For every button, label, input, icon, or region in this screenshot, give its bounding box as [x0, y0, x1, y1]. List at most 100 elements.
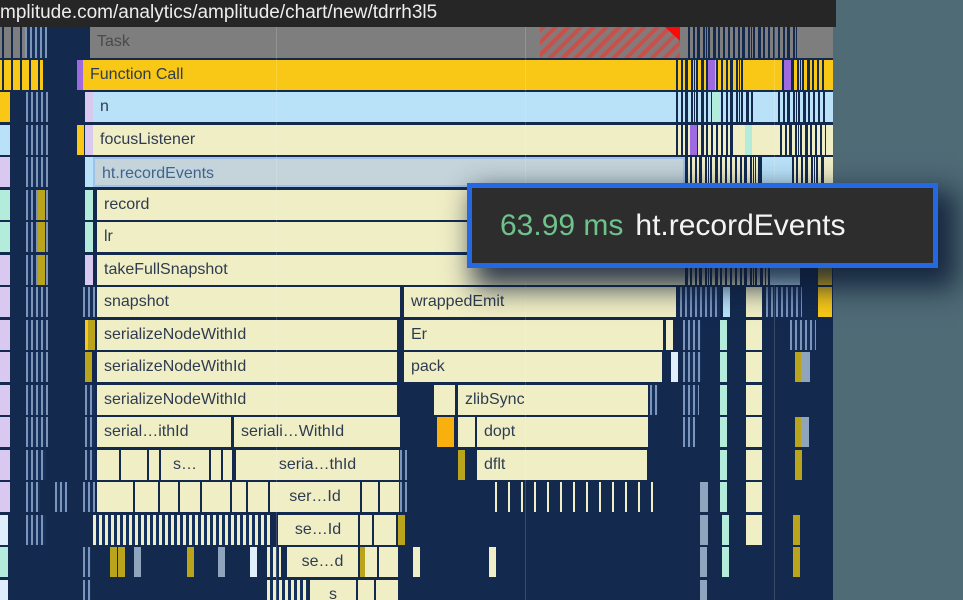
- frame-segment[interactable]: [380, 482, 399, 512]
- frame-ticks[interactable]: [495, 482, 660, 512]
- frame-segment[interactable]: [0, 450, 10, 480]
- frame-segment[interactable]: [77, 125, 84, 155]
- frame-segment[interactable]: [784, 60, 791, 90]
- frame-segment[interactable]: [362, 482, 378, 512]
- frame-snapshot[interactable]: snapshot: [97, 287, 400, 317]
- frame-segment[interactable]: [745, 125, 752, 155]
- frame-segment[interactable]: [250, 547, 257, 577]
- frame-ticks[interactable]: [83, 547, 91, 577]
- frame-segment[interactable]: [666, 320, 673, 350]
- frame-s[interactable]: s: [310, 580, 356, 600]
- frame-segment[interactable]: [134, 547, 141, 577]
- frame-segment[interactable]: [38, 255, 45, 285]
- frame-serializenodewithid[interactable]: serializeNodeWithId: [97, 352, 397, 382]
- frame-dopt[interactable]: dopt: [477, 417, 648, 447]
- frame-ticks[interactable]: [83, 287, 95, 317]
- frame-segment[interactable]: [365, 547, 377, 577]
- frame-ticks[interactable]: [26, 482, 40, 512]
- frame-segment[interactable]: [248, 482, 268, 512]
- frame-segment[interactable]: [690, 125, 697, 155]
- frame-segment[interactable]: [801, 417, 809, 447]
- frame-segment[interactable]: [38, 222, 45, 252]
- frame-segment[interactable]: [0, 190, 10, 220]
- frame-ticks[interactable]: [683, 320, 701, 350]
- frame-segment[interactable]: [712, 92, 719, 122]
- frame-segment[interactable]: [720, 385, 727, 415]
- frame-serial-ithid[interactable]: serial…ithId: [97, 417, 231, 447]
- frame-segment[interactable]: [376, 580, 398, 600]
- frame-segment[interactable]: [85, 255, 93, 285]
- frame-segment[interactable]: [722, 515, 729, 545]
- frame-segment[interactable]: [0, 482, 10, 512]
- frame-segment[interactable]: [489, 547, 496, 577]
- frame-ticks[interactable]: [85, 385, 95, 415]
- frame-segment[interactable]: [0, 385, 10, 415]
- frame-ticks[interactable]: [26, 352, 48, 382]
- frame-segment[interactable]: [722, 547, 729, 577]
- frame-segment[interactable]: [149, 450, 159, 480]
- frame-wrappedemit[interactable]: wrappedEmit: [404, 287, 676, 317]
- frame-segment[interactable]: [85, 157, 93, 187]
- frame-segment[interactable]: [360, 515, 372, 545]
- frame-segment[interactable]: [746, 482, 762, 512]
- frame-er[interactable]: Er: [404, 320, 663, 350]
- frame-pack[interactable]: pack: [404, 352, 662, 382]
- flame-chart-canvas[interactable]: TaskFunction CallnfocusListenerht.record…: [0, 0, 963, 600]
- frame-ticks[interactable]: [267, 547, 281, 577]
- frame-ticks[interactable]: [267, 580, 307, 600]
- frame-segment[interactable]: [0, 92, 10, 122]
- frame-ser-id[interactable]: ser…Id: [270, 482, 360, 512]
- frame-segment[interactable]: [746, 515, 762, 545]
- frame-ticks[interactable]: [400, 482, 407, 512]
- frame-segment[interactable]: [746, 450, 762, 480]
- frame-segment[interactable]: [0, 157, 10, 187]
- frame-segment[interactable]: [38, 190, 45, 220]
- frame-segment[interactable]: [746, 385, 762, 415]
- frame-segment[interactable]: [708, 60, 715, 90]
- frame-segment[interactable]: [437, 417, 454, 447]
- frame-segment[interactable]: [0, 352, 10, 382]
- frame-ticks[interactable]: [83, 482, 95, 512]
- frame-segment[interactable]: [0, 320, 10, 350]
- frame-segment[interactable]: [746, 320, 762, 350]
- frame-segment[interactable]: [85, 352, 92, 382]
- frame-segment[interactable]: [793, 515, 800, 545]
- frame-segment[interactable]: [0, 547, 8, 577]
- frame-segment[interactable]: [398, 515, 405, 545]
- frame-ticks[interactable]: [680, 287, 720, 317]
- frame-se-id[interactable]: se…Id: [278, 515, 358, 545]
- frame-segment[interactable]: [118, 547, 125, 577]
- frame-segment[interactable]: [202, 482, 230, 512]
- frame-segment[interactable]: [0, 255, 10, 285]
- frame-ticks[interactable]: [93, 515, 270, 545]
- frame-ticks[interactable]: [26, 157, 48, 187]
- frame-segment[interactable]: [720, 482, 727, 512]
- frame-ticks[interactable]: [85, 450, 95, 480]
- frame-seria-thid[interactable]: seria…thId: [236, 450, 399, 480]
- frame-segment[interactable]: [700, 515, 708, 545]
- frame-ticks[interactable]: [26, 417, 48, 447]
- frame-segment[interactable]: [801, 352, 810, 382]
- frame-segment[interactable]: [358, 580, 374, 600]
- frame-segment[interactable]: [458, 417, 475, 447]
- frame-segment[interactable]: [97, 450, 119, 480]
- frame-segment[interactable]: [121, 450, 147, 480]
- frame-segment[interactable]: [413, 547, 420, 577]
- frame-segment[interactable]: [720, 417, 727, 447]
- frame-segment[interactable]: [700, 482, 708, 512]
- frame-segment[interactable]: [88, 320, 95, 350]
- frame-segment[interactable]: [374, 515, 396, 545]
- url-bar[interactable]: mplitude.com/analytics/amplitude/chart/n…: [0, 0, 836, 27]
- frame-segment[interactable]: [85, 125, 93, 155]
- frame-segment[interactable]: [700, 580, 707, 600]
- frame-ticks[interactable]: [26, 287, 48, 317]
- frame-segment[interactable]: [85, 222, 93, 252]
- frame-segment[interactable]: [0, 125, 10, 155]
- frame-segment[interactable]: [211, 450, 221, 480]
- frame-segment[interactable]: [720, 450, 727, 480]
- frame-segment[interactable]: [793, 547, 800, 577]
- frame-segment[interactable]: [0, 287, 10, 317]
- frame-segment[interactable]: [110, 547, 117, 577]
- frame-segment[interactable]: [160, 482, 178, 512]
- frame-segment[interactable]: [746, 352, 762, 382]
